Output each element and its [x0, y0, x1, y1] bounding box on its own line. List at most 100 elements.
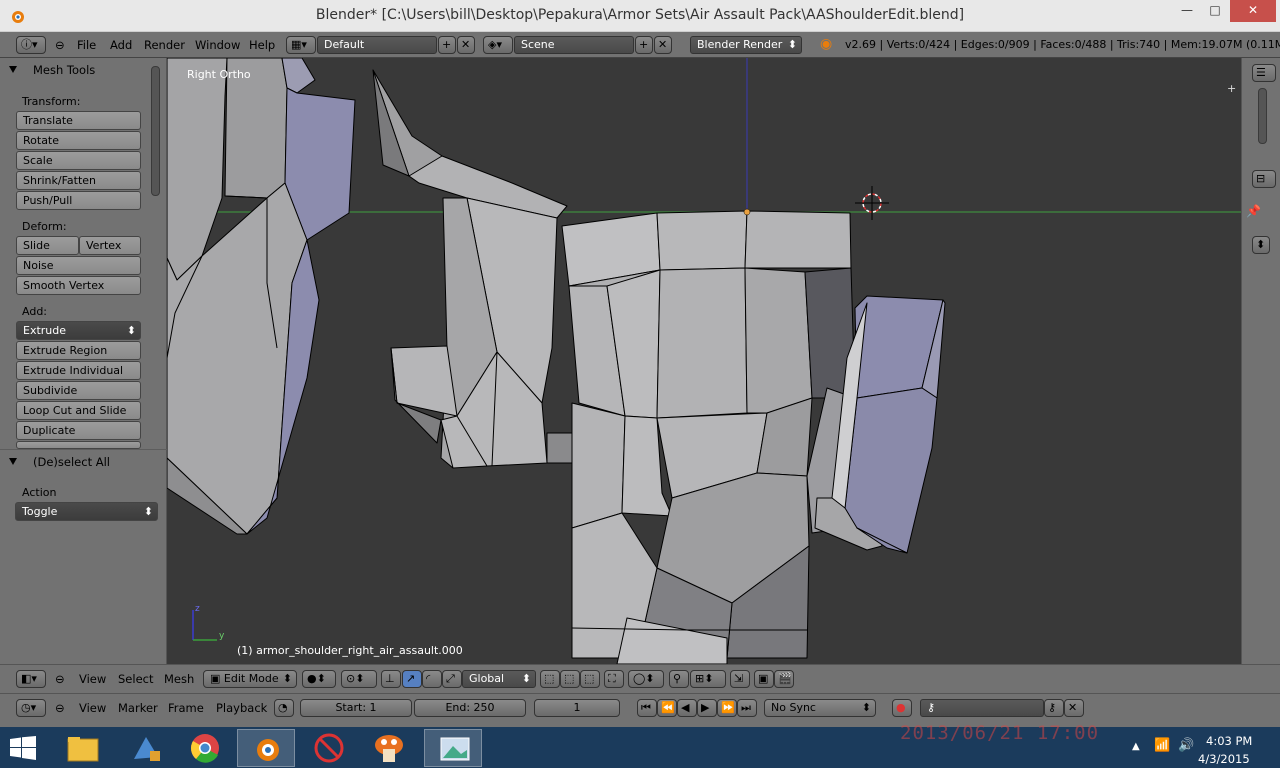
delete-keyframe-icon[interactable]: ✕ — [1064, 699, 1084, 717]
chrome-icon[interactable] — [176, 729, 234, 767]
3d-viewport[interactable]: z y + Right Ortho (1) armor_shoulder_rig… — [167, 58, 1241, 664]
add-scene-button[interactable]: + — [635, 36, 653, 54]
screen-layout-field[interactable]: Default — [317, 36, 437, 54]
play-icon[interactable]: ▶ — [697, 699, 717, 717]
scale-manipulator-icon[interactable]: ⤢ — [442, 670, 462, 688]
slide-edge-button[interactable]: Slide Edge — [16, 236, 79, 269]
app-tools-icon[interactable] — [116, 729, 174, 767]
screen-layout-browse-button[interactable]: ▦▾ — [286, 36, 316, 54]
mesh-tools-title[interactable]: Mesh Tools — [33, 63, 95, 77]
collapse-triangle-icon[interactable] — [9, 458, 17, 465]
show-hidden-icons-icon[interactable]: ▲ — [1132, 741, 1140, 752]
translate-manipulator-icon[interactable]: ↗ — [402, 670, 422, 688]
collapse-icon[interactable]: ⊖ — [55, 38, 65, 52]
vertex-select-mode-icon[interactable]: ⬚ — [540, 670, 560, 688]
clapboard-icon[interactable]: 🎬 — [774, 670, 794, 688]
prohibited-app-icon[interactable] — [300, 729, 358, 767]
snap-toggle-icon[interactable]: ⚲ — [669, 670, 689, 688]
remove-scene-button[interactable]: ✕ — [654, 36, 672, 54]
mode-select[interactable]: ▣ Edit Mode ⬍ — [203, 670, 297, 688]
sync-mode-select[interactable]: No Sync ⬍ — [764, 699, 876, 717]
outliner-icon[interactable]: ☰ — [1252, 64, 1276, 82]
menu-mesh[interactable]: Mesh — [164, 672, 194, 686]
manipulator-toggle-icon[interactable]: ⊥ — [381, 670, 401, 688]
menu-add[interactable]: Add — [110, 38, 132, 52]
jump-keyframe-back-icon[interactable]: ⏪ — [657, 699, 677, 717]
speaker-icon[interactable]: 🔊 — [1178, 738, 1194, 753]
pin-icon[interactable]: 📌 — [1246, 204, 1261, 218]
menu-render[interactable]: Render — [144, 38, 185, 52]
menu-help[interactable]: Help — [249, 38, 275, 52]
render-engine-select[interactable]: Blender Render ⬍ — [690, 36, 802, 54]
clipped-button[interactable] — [16, 441, 141, 449]
rotate-manipulator-icon[interactable]: ◜ — [422, 670, 442, 688]
menu-view[interactable]: View — [79, 672, 106, 686]
properties-editor-icon[interactable]: ⊟ — [1252, 170, 1276, 188]
snap-element-select[interactable]: ⊞⬍ — [690, 670, 726, 688]
editor-type-button[interactable]: ◷▾ — [16, 699, 46, 717]
properties-toggle-icon[interactable]: + — [1227, 82, 1236, 95]
extrude-region-button[interactable]: Extrude Region — [16, 341, 141, 360]
jump-start-icon[interactable]: ⏮ — [637, 699, 657, 717]
editor-type-button[interactable]: ◧▾ — [16, 670, 46, 688]
subdivide-button[interactable]: Subdivide — [16, 381, 141, 400]
outliner-scrollbar[interactable] — [1258, 88, 1267, 144]
slide-vertex-button[interactable]: Vertex — [79, 236, 141, 255]
jump-keyframe-forward-icon[interactable]: ⏩ — [717, 699, 737, 717]
scroll-arrows-icon[interactable]: ⬍ — [1252, 236, 1270, 254]
operator-panel-title[interactable]: (De)select All — [33, 455, 110, 469]
play-reverse-icon[interactable]: ◀ — [677, 699, 697, 717]
remove-layout-button[interactable]: ✕ — [457, 36, 475, 54]
3d-cursor-icon[interactable] — [855, 186, 889, 220]
menu-file[interactable]: File — [77, 38, 96, 52]
scene-field[interactable]: Scene — [514, 36, 634, 54]
action-select[interactable]: Toggle ⬍ — [15, 502, 158, 521]
editor-type-button[interactable]: ⓘ▾ — [16, 36, 46, 54]
smooth-vertex-button[interactable]: Smooth Vertex — [16, 276, 141, 295]
noise-button[interactable]: Noise — [16, 256, 141, 275]
network-signal-icon[interactable]: 📶 — [1154, 738, 1170, 753]
record-icon[interactable]: ● — [892, 699, 912, 717]
jump-end-icon[interactable]: ⏭ — [737, 699, 757, 717]
menu-select[interactable]: Select — [118, 672, 153, 686]
start-frame-field[interactable]: Start: 1 — [300, 699, 412, 717]
render-camera-icon[interactable]: ▣ — [754, 670, 774, 688]
collapse-icon[interactable]: ⊖ — [55, 672, 65, 686]
menu-playback[interactable]: Playback — [216, 701, 267, 715]
clock-time[interactable]: 4:03 PM — [1206, 734, 1252, 748]
close-button[interactable]: ✕ — [1230, 0, 1276, 22]
maximize-button[interactable]: □ — [1200, 0, 1230, 22]
collapse-triangle-icon[interactable] — [9, 66, 17, 73]
insert-keyframe-icon[interactable]: ⚷ — [1044, 699, 1064, 717]
push-pull-button[interactable]: Push/Pull — [16, 191, 141, 210]
clock-date[interactable]: 4/3/2015 — [1198, 752, 1250, 766]
scale-button[interactable]: Scale — [16, 151, 141, 170]
loop-cut-and-slide-button[interactable]: Loop Cut and Slide — [16, 401, 141, 420]
edge-select-mode-icon[interactable]: ⬚ — [560, 670, 580, 688]
menu-window[interactable]: Window — [195, 38, 240, 52]
face-select-mode-icon[interactable]: ⬚ — [580, 670, 600, 688]
viewport-shading-select[interactable]: ●⬍ — [302, 670, 336, 688]
rotate-button[interactable]: Rotate — [16, 131, 141, 150]
occlude-geometry-icon[interactable]: ⛶ — [604, 670, 624, 688]
menu-marker[interactable]: Marker — [118, 701, 158, 715]
photo-viewer-icon[interactable] — [424, 729, 482, 767]
uv-sync-icon[interactable]: ⇲ — [730, 670, 750, 688]
proportional-editing-select[interactable]: ◯⬍ — [628, 670, 664, 688]
file-explorer-icon[interactable] — [54, 729, 112, 767]
minimize-button[interactable]: — — [1172, 0, 1202, 22]
tool-shelf-scrollbar[interactable] — [151, 66, 160, 196]
menu-view[interactable]: View — [79, 701, 106, 715]
preview-range-icon[interactable]: ◔ — [274, 699, 294, 717]
keying-set-field[interactable]: ⚷ — [920, 699, 1044, 717]
extrude-menu-button[interactable]: Extrude ⬍ — [16, 321, 141, 340]
menu-frame[interactable]: Frame — [168, 701, 204, 715]
extrude-individual-button[interactable]: Extrude Individual — [16, 361, 141, 380]
translate-button[interactable]: Translate — [16, 111, 141, 130]
collapse-icon[interactable]: ⊖ — [55, 701, 65, 715]
pivot-point-select[interactable]: ⊙⬍ — [341, 670, 377, 688]
transform-orientation-select[interactable]: Global ⬍ — [462, 670, 536, 688]
duplicate-button[interactable]: Duplicate — [16, 421, 141, 440]
add-layout-button[interactable]: + — [438, 36, 456, 54]
current-frame-field[interactable]: 1 — [534, 699, 620, 717]
